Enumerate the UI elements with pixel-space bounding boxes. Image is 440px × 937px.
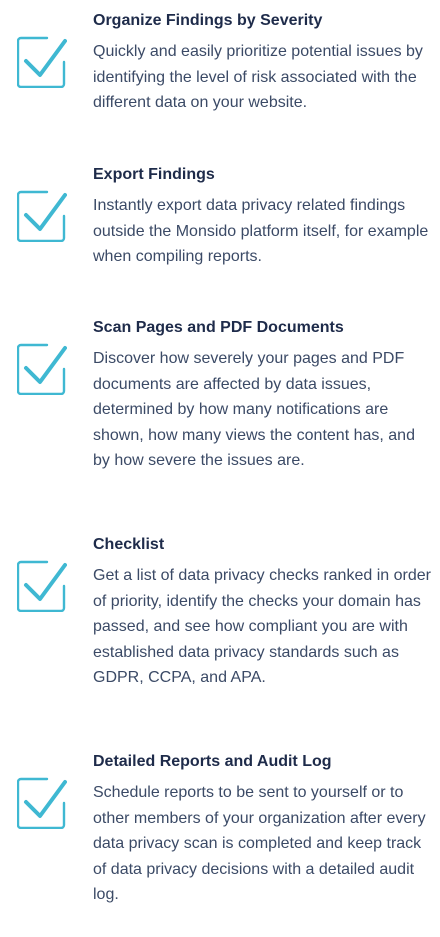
feature-list: Organize Findings by Severity Quickly an… <box>0 0 440 937</box>
checkbox-checked-icon <box>17 190 67 242</box>
feature-description: Discover how severely your pages and PDF… <box>93 350 415 469</box>
checkbox-checked-icon <box>17 36 67 88</box>
feature-title: Checklist <box>93 536 165 553</box>
checkbox-checked-icon <box>17 343 67 395</box>
feature-description: Instantly export data privacy related fi… <box>93 197 429 265</box>
checkbox-checked-icon <box>17 777 67 829</box>
feature-title: Scan Pages and PDF Documents <box>93 319 344 336</box>
feature-title: Detailed Reports and Audit Log <box>93 753 332 770</box>
feature-description: Schedule reports to be sent to yourself … <box>93 784 426 903</box>
checkbox-checked-icon <box>17 560 67 612</box>
feature-description: Quickly and easily prioritize potential … <box>93 43 423 111</box>
feature-title: Export Findings <box>93 166 215 183</box>
feature-description: Get a list of data privacy checks ranked… <box>93 567 431 686</box>
feature-title: Organize Findings by Severity <box>93 12 323 29</box>
